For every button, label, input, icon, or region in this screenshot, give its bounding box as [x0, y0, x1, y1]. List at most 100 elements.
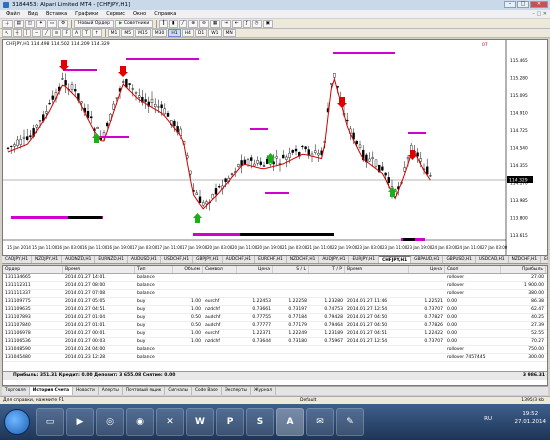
fibo-icon[interactable]: F	[62, 29, 72, 37]
candles-icon[interactable]: ▮	[169, 19, 178, 28]
minimize-button[interactable]: –	[504, 1, 516, 8]
table-row[interactable]: 131109775 2014.01.27 05:05 buy 1.00 eurchf 1.…	[3, 298, 547, 306]
close-button[interactable]: ✕	[530, 1, 548, 8]
tab-terminal[interactable]: Эксперты	[222, 387, 251, 395]
line-chart-icon[interactable]: ╱	[178, 19, 188, 28]
browser-icon[interactable]: ◎	[96, 408, 124, 436]
crosshair-icon[interactable]: ┼	[12, 29, 22, 37]
start-button[interactable]	[4, 409, 30, 435]
mail-icon[interactable]: ✉	[306, 408, 334, 436]
tab-chart[interactable]: CADJPY,H1	[2, 256, 32, 263]
bar-chart-icon[interactable]: ┃	[159, 19, 169, 28]
tab-chart[interactable]: AUDUSD,H1	[128, 256, 161, 263]
menu-window[interactable]: Окно	[129, 11, 150, 17]
zoom-in-icon[interactable]: ⊕	[188, 19, 199, 28]
horizontal-line-icon[interactable]: ─	[32, 29, 41, 37]
column-header[interactable]: Прибыль	[501, 266, 546, 273]
menu-insert[interactable]: Вставка	[42, 11, 71, 17]
zoom-out-icon[interactable]: ⊖	[199, 19, 209, 28]
tab-terminal[interactable]: Журнал	[251, 387, 276, 395]
tf-m5[interactable]: M5	[121, 29, 135, 37]
menu-file[interactable]: Файл	[2, 11, 24, 17]
media-player-icon[interactable]: ▶	[66, 408, 94, 436]
tab-chart[interactable]: GBPUSD,H1	[443, 256, 476, 263]
new-order-button[interactable]: Новый Ордер	[74, 19, 114, 28]
tab-terminal[interactable]: Code Base	[192, 387, 222, 395]
table-row[interactable]: 131111337 2014.01.27 07:08 balance rollover…	[3, 290, 547, 298]
mdi-controls[interactable]: – □ ✕	[532, 11, 547, 17]
menu-view[interactable]: Вид	[24, 11, 42, 17]
navigator-icon[interactable]: ✦	[36, 19, 46, 28]
text-icon[interactable]: A	[72, 29, 82, 37]
column-header[interactable]: Ордер	[3, 266, 63, 273]
tab-chart[interactable]: EURU...	[541, 256, 548, 263]
market-watch-icon[interactable]: ◫	[24, 19, 36, 28]
tab-chart[interactable]: NZDJPY,H1	[32, 256, 63, 263]
column-header[interactable]: Цена	[409, 266, 445, 273]
folder-icon[interactable]: ▭	[36, 408, 64, 436]
tab-terminal[interactable]: Сигналы	[165, 387, 192, 395]
column-header[interactable]: Время	[63, 266, 135, 273]
table-row[interactable]: 131048590 2014.01.24 04:00 balance rollover…	[3, 346, 547, 354]
table-row[interactable]: 131107893 2014.01.27 01:04 buy 0.50 audchf 0.…	[3, 314, 547, 322]
tab-terminal[interactable]: Почтовый ящик	[123, 387, 166, 395]
cursor-icon[interactable]: ↖	[2, 29, 12, 37]
tab-terminal[interactable]: История Счета	[29, 387, 74, 395]
column-header[interactable]: Цена	[237, 266, 273, 273]
column-header[interactable]: Своп	[445, 266, 501, 273]
tab-chart[interactable]: EURCHF,H1	[255, 256, 287, 263]
maximize-button[interactable]: □	[517, 1, 529, 8]
templates-icon[interactable]: ▣	[262, 19, 273, 28]
column-header[interactable]: T / P	[309, 266, 345, 273]
tab-chart[interactable]: EURNZD,H1	[95, 256, 129, 263]
table-row[interactable]: 131112311 2014.01.27 08:00 balance rollover…	[3, 282, 547, 290]
skype-icon[interactable]: S	[246, 408, 274, 436]
tab-terminal[interactable]: Алерты	[99, 387, 123, 395]
tf-m15[interactable]: M15	[135, 29, 151, 37]
trendline-icon[interactable]: ╱	[41, 29, 51, 37]
tf-m1[interactable]: M1	[107, 29, 121, 37]
tab-chart[interactable]: EURJPY,H1	[349, 256, 380, 263]
tester-icon[interactable]: ⚙	[58, 19, 69, 28]
table-row[interactable]: 131106536 2014.01.27 00:03 buy 1.00 nzdchf 0.…	[3, 338, 547, 346]
tab-chart[interactable]: CHFJPY,H1	[379, 256, 412, 263]
powerpoint-icon[interactable]: P	[216, 408, 244, 436]
terminal-icon[interactable]: ▭	[46, 19, 58, 28]
alpari-icon[interactable]: A	[276, 408, 304, 436]
table-row[interactable]: 131134665 2014.01.27 14:01 balance rollover…	[3, 274, 547, 282]
tab-terminal[interactable]: Новости	[73, 387, 99, 395]
chrome-icon[interactable]: ◉	[126, 408, 154, 436]
column-header[interactable]: Время	[345, 266, 409, 273]
tab-chart[interactable]: GBPAUD,H1	[411, 256, 444, 263]
advisors-button[interactable]: ▶ Советники	[114, 19, 154, 28]
tab-terminal[interactable]: Торговля	[2, 387, 30, 395]
tab-chart[interactable]: AUDCHF,H1	[223, 256, 256, 263]
column-header[interactable]: Тип	[135, 266, 173, 273]
tf-h1[interactable]: H1	[168, 29, 181, 37]
word-icon[interactable]: W	[186, 408, 214, 436]
tf-h4[interactable]: H4	[181, 29, 194, 37]
tab-chart[interactable]: NZDCHF,H1	[509, 256, 542, 263]
tf-m30[interactable]: M30	[151, 29, 168, 37]
chart-shift-icon[interactable]: ⇤	[231, 19, 242, 28]
price-chart[interactable]: 115.465 115.280 115.095 114.910 114.725 114.5…	[2, 39, 548, 256]
tf-d1[interactable]: D1	[194, 29, 208, 37]
table-row[interactable]: 131045480 2014.01.23 12:28 balance rollover…	[3, 354, 547, 362]
menu-help[interactable]: Справка	[150, 11, 180, 17]
tab-chart[interactable]: GBPJPY,H1	[193, 256, 223, 263]
tf-mn[interactable]: MN	[222, 29, 236, 37]
chart-canvas[interactable]: 115.465 115.280 115.095 114.910 114.725 114.5…	[3, 40, 547, 255]
menu-tools[interactable]: Сервис	[102, 11, 129, 17]
table-row[interactable]: 131107840 2014.01.27 01:01 buy 0.50 audchf 0.…	[3, 322, 547, 330]
clock[interactable]: 19:52 27.01.2014	[515, 410, 547, 426]
column-header[interactable]: S / L	[273, 266, 309, 273]
indicators-icon[interactable]: ƒ	[242, 19, 251, 28]
table-row[interactable]: 131106978 2014.01.27 00:01 buy 1.00 eurchf 1.…	[3, 330, 547, 338]
language-indicator[interactable]: RU	[484, 416, 492, 422]
tf-w1[interactable]: W1	[208, 29, 222, 37]
tab-chart[interactable]: NZDCHF,H1	[287, 256, 320, 263]
channel-icon[interactable]: ≡	[51, 29, 62, 37]
tab-chart[interactable]: AUDJPY,H1	[319, 256, 350, 263]
tab-chart[interactable]: USDCHF,H1	[161, 256, 194, 263]
column-header[interactable]: Объем	[173, 266, 203, 273]
